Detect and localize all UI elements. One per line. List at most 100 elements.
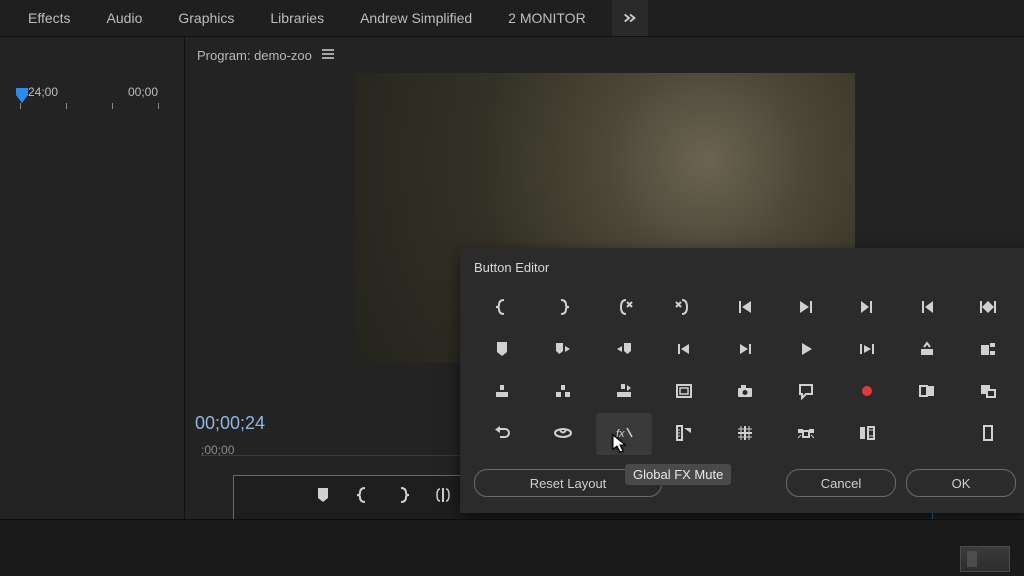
marker-icon [493,340,511,361]
button-editor-item[interactable] [717,287,773,329]
step-back-icon [675,340,693,361]
button-editor-item[interactable] [899,329,955,371]
transport-button[interactable] [354,486,372,507]
program-monitor-panel: Program: demo-zoo 00;00;24 00;00;44;04 [185,37,1024,576]
button-editor-item[interactable] [535,329,591,371]
bottom-bar [0,519,1024,576]
button-editor-item[interactable] [778,371,834,413]
record-icon [858,382,876,403]
export-frame-icon [918,340,936,361]
workspace-tabs: Effects Audio Graphics Libraries Andrew … [0,0,1024,37]
ruler-tick-label: 24;00 [28,85,58,99]
insert-icon [615,382,633,403]
multicam-icon [797,424,815,445]
tab-andrew-simplified[interactable]: Andrew Simplified [342,0,490,36]
playhead-icon[interactable] [14,87,30,105]
clear-out-icon [675,298,693,319]
tooltip: Global FX Mute [625,464,731,485]
button-editor-item[interactable] [960,287,1016,329]
button-editor-item[interactable] [899,413,955,455]
transport-button[interactable] [394,486,412,507]
tab-audio[interactable]: Audio [89,0,161,36]
marker-prev-icon [615,340,633,361]
button-editor-item[interactable] [960,329,1016,371]
button-editor-item[interactable] [717,329,773,371]
transport-button[interactable] [314,486,332,507]
button-editor-item[interactable] [778,329,834,371]
cancel-button[interactable]: Cancel [786,469,896,497]
button-editor-item[interactable] [474,371,530,413]
step-forward-icon [736,340,754,361]
timeline-ruler[interactable]: 24;00 00;00 [0,85,184,113]
button-editor-item[interactable] [656,329,712,371]
button-editor-item[interactable] [839,413,895,455]
comment-icon [797,382,815,403]
ruler-icon [675,424,693,445]
play-icon [797,340,815,361]
button-editor-item[interactable] [839,287,895,329]
button-editor-item[interactable] [839,371,895,413]
tab-effects[interactable]: Effects [10,0,89,36]
grid-icon [736,424,754,445]
button-editor-item[interactable] [596,287,652,329]
proxy-toggle-icon [979,382,997,403]
panel-menu-button[interactable] [320,46,336,65]
mark-out-icon [554,298,572,319]
extract-icon [554,382,572,403]
transport-button[interactable] [434,486,452,507]
button-editor-item[interactable] [778,287,834,329]
mark-in-icon [354,492,372,507]
transparency-grid-icon [979,424,997,445]
go-to-in-icon [736,298,754,319]
prev-edit-icon [918,298,936,319]
tab-2-monitor[interactable]: 2 MONITOR [490,0,604,36]
chevrons-right-icon [622,10,638,26]
lift-icon [493,382,511,403]
button-editor-item[interactable] [596,329,652,371]
button-editor-item[interactable] [656,413,712,455]
more-workspaces-button[interactable] [612,0,648,36]
ruler-tick-label: 00;00 [128,85,158,99]
undo-icon [493,424,511,445]
button-editor-item[interactable] [535,413,591,455]
snap-in-out-icon [979,298,997,319]
current-timecode[interactable]: 00;00;24 [195,413,265,434]
button-editor-item[interactable] [960,371,1016,413]
button-editor-item[interactable] [899,371,955,413]
button-editor-item[interactable] [474,287,530,329]
button-editor-item[interactable] [656,371,712,413]
hamburger-icon [320,46,336,62]
ok-button[interactable]: OK [906,469,1016,497]
dialog-title: Button Editor [460,248,1024,285]
button-editor-item[interactable] [596,371,652,413]
next-edit-icon [858,298,876,319]
camera-icon [736,382,754,403]
button-editor-item[interactable] [474,329,530,371]
play-in-out-icon [858,340,876,361]
safe-margins-icon [675,382,693,403]
button-editor-dialog: Button Editor Reset Layout Cancel OK [460,248,1024,513]
marker-nav-icon [554,340,572,361]
button-editor-item[interactable] [535,287,591,329]
timeline-panel: 24;00 00;00 [0,37,185,576]
button-editor-item[interactable] [596,413,652,455]
button-editor-item[interactable] [717,413,773,455]
clip-thumbnail[interactable] [960,546,1010,572]
button-editor-item[interactable] [778,413,834,455]
button-editor-item[interactable] [899,287,955,329]
button-editor-item[interactable] [717,371,773,413]
tab-libraries[interactable]: Libraries [252,0,342,36]
tab-graphics[interactable]: Graphics [160,0,252,36]
button-editor-item[interactable] [839,329,895,371]
button-editor-item[interactable] [656,287,712,329]
button-editor-item[interactable] [474,413,530,455]
comparison-icon [918,382,936,403]
ruler-label: ;00;00 [201,443,234,457]
mark-in-icon [493,298,511,319]
frame-forward-icon [858,424,876,445]
mark-out-icon [394,492,412,507]
button-editor-item[interactable] [960,413,1016,455]
fx-mute-icon [615,424,633,445]
clear-in-icon [615,298,633,319]
button-editor-item[interactable] [535,371,591,413]
